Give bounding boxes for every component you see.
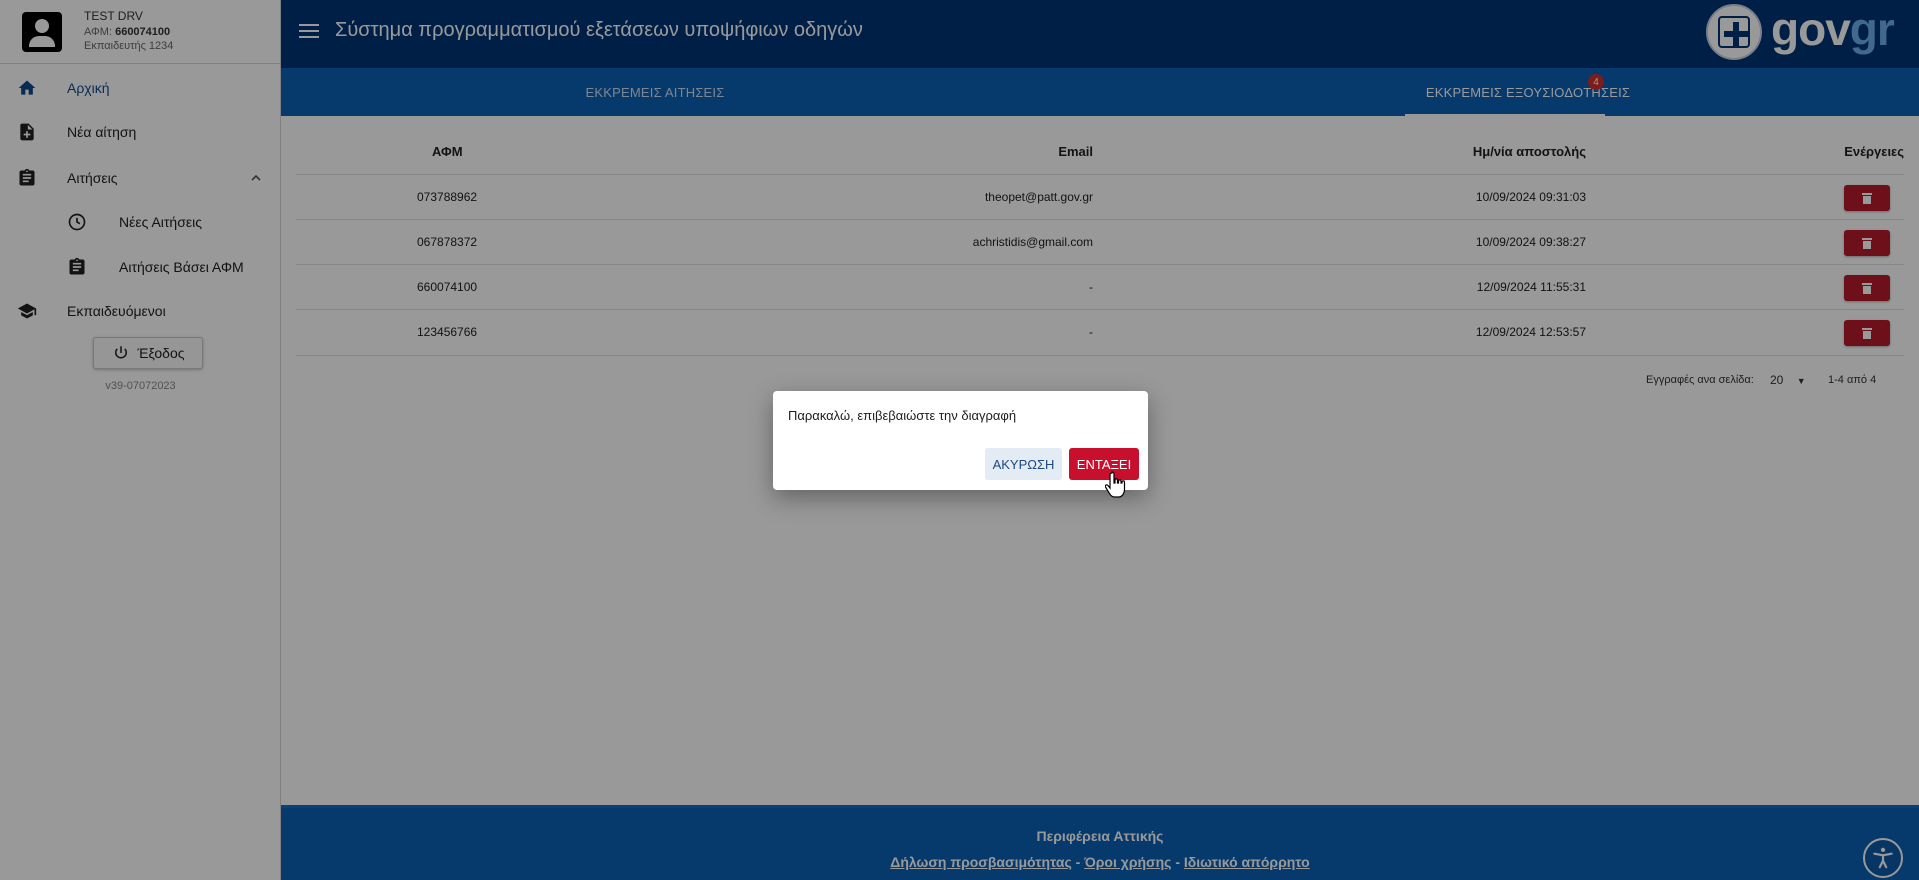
dialog-message: Παρακαλώ, επιβεβαιώστε την διαγραφή	[788, 408, 1017, 423]
confirm-delete-dialog: Παρακαλώ, επιβεβαιώστε την διαγραφή ΑΚΥΡ…	[773, 391, 1148, 490]
ok-button[interactable]: ΕΝΤΑΞΕΙ	[1069, 448, 1139, 480]
cancel-button[interactable]: ΑΚΥΡΩΣΗ	[985, 448, 1062, 480]
hand-pointer-cursor-icon	[1105, 471, 1126, 498]
